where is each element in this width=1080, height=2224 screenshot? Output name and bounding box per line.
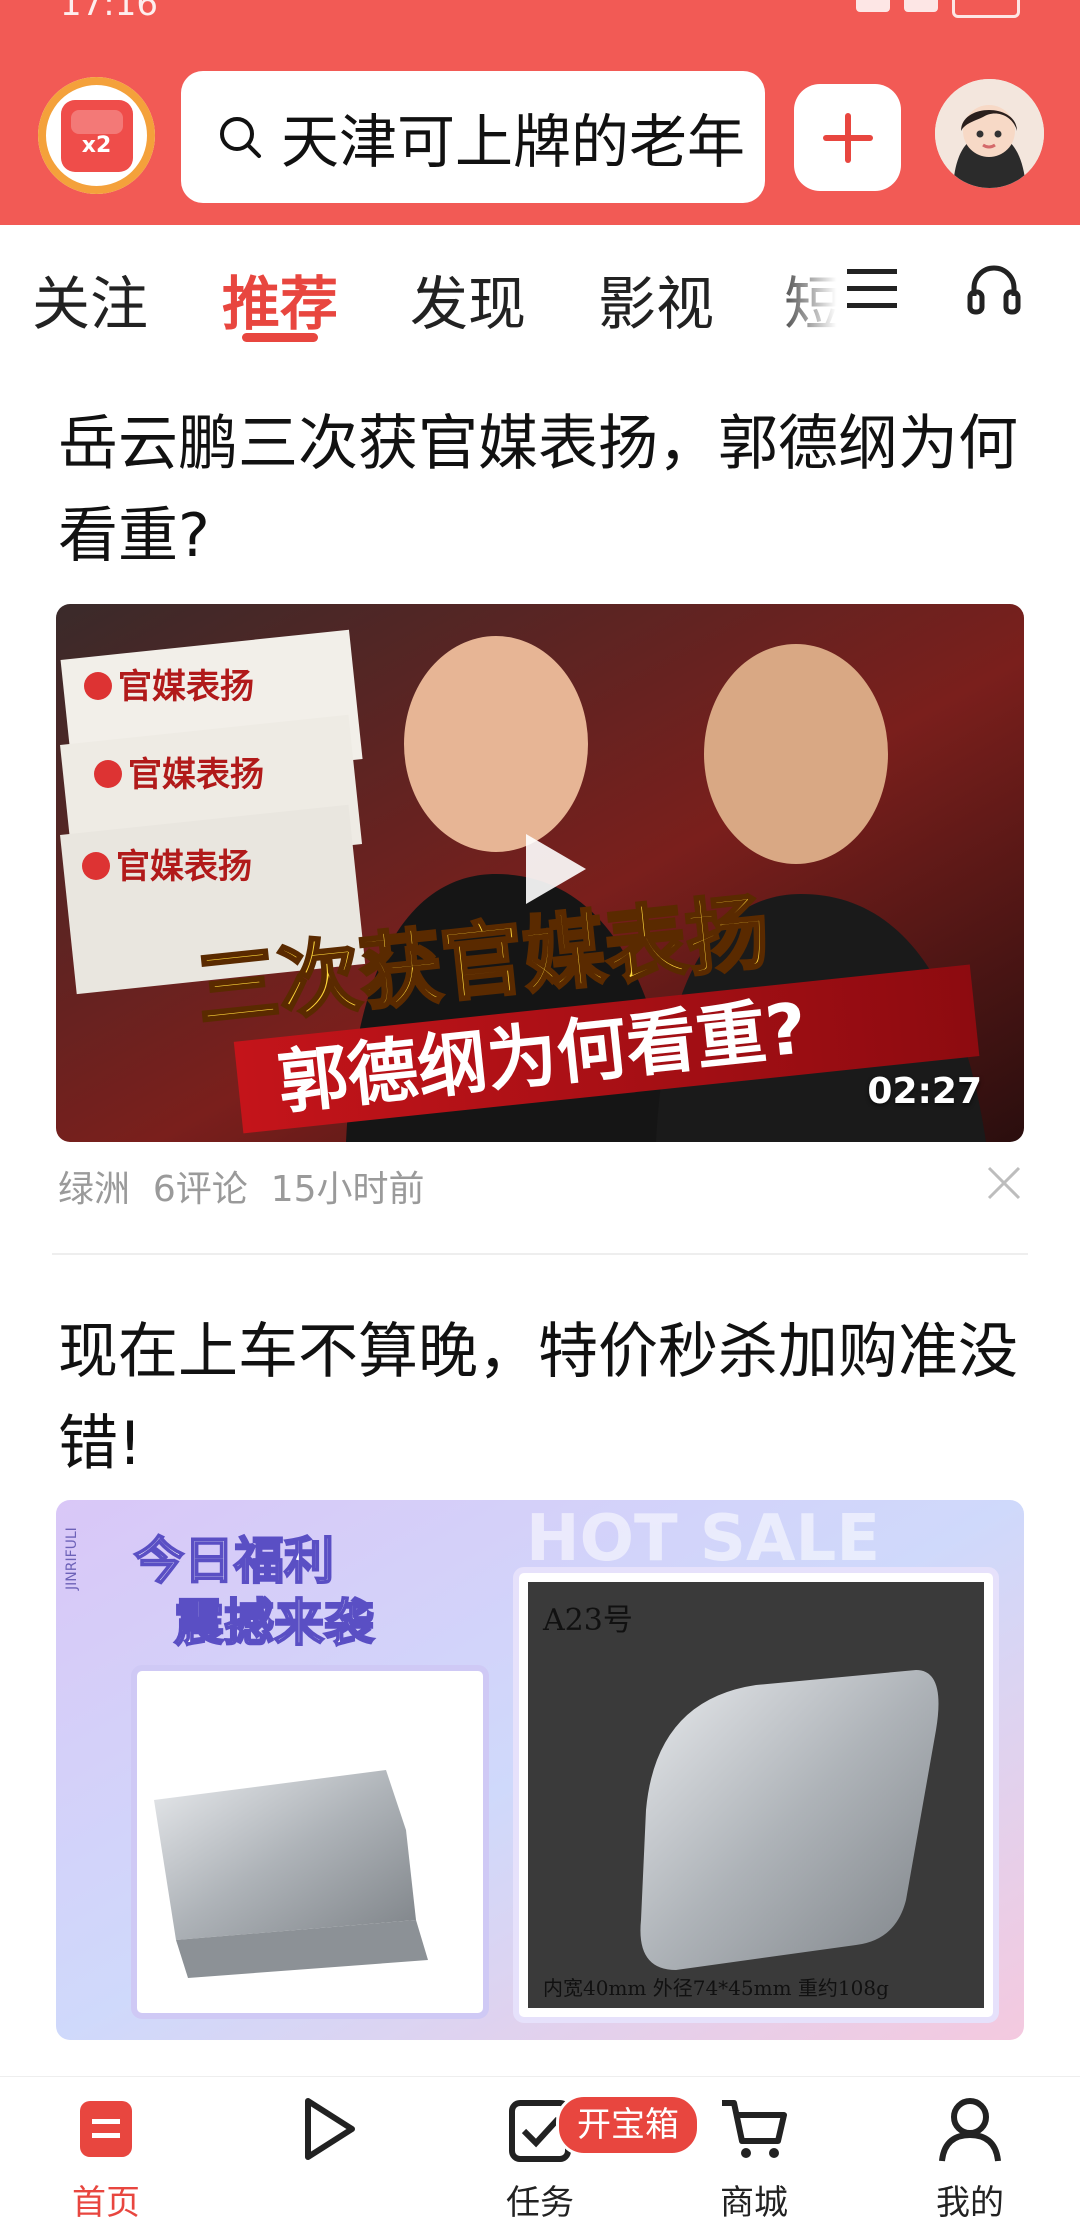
add-button[interactable] bbox=[794, 84, 901, 191]
reward-multiplier: x2 bbox=[81, 133, 112, 158]
status-icons bbox=[856, 0, 1020, 18]
nav-mall[interactable]: 商城 bbox=[694, 2093, 814, 2224]
status-bar: 17:16 bbox=[0, 0, 1080, 40]
nav-mall-label: 商城 bbox=[720, 2183, 788, 2223]
article-title[interactable]: 岳云鹏三次获官媒表扬，郭德纲为何看重? bbox=[58, 398, 1038, 582]
task-badge[interactable]: 开宝箱 bbox=[556, 2094, 700, 2156]
signal-icon bbox=[904, 0, 938, 12]
nav-video[interactable] bbox=[266, 2093, 386, 2175]
signal-icon bbox=[856, 0, 890, 12]
video-duration: 02:27 bbox=[867, 1071, 982, 1112]
nav-home[interactable]: 首页 bbox=[46, 2093, 166, 2224]
menu-icon[interactable] bbox=[847, 267, 897, 311]
search-bar[interactable]: 天津可上牌的老年 bbox=[181, 71, 765, 203]
channel-tabs: 关注 推荐 发现 影视 短 bbox=[0, 225, 1080, 345]
side-brand: JINRIFULI bbox=[64, 1527, 80, 1591]
profile-icon bbox=[939, 2098, 1001, 2162]
article-meta: 绿洲 6评论 15小时前 bbox=[58, 1160, 425, 1212]
banner-line-2: 震撼来袭 bbox=[174, 1594, 375, 1652]
cart-icon bbox=[722, 2100, 787, 2158]
banner-line-1: 今日福利 bbox=[134, 1532, 334, 1590]
video-thumbnail[interactable]: 官媒表扬 官媒表扬 官媒表扬 三次获官媒表扬 郭德纲为何看重? 02:27 bbox=[56, 604, 1024, 1142]
article-time: 15小时前 bbox=[270, 1169, 425, 1210]
ad-title[interactable]: 现在上车不算晚，特价秒杀加购准没错! bbox=[58, 1306, 1038, 1490]
article-comments: 6评论 bbox=[152, 1169, 248, 1210]
reward-button[interactable]: x2 bbox=[38, 77, 155, 194]
ad-image-graphic: HOT SALE JINRIFULI 今日福利 震撼来袭 A23号 内宽40mm… bbox=[56, 1500, 1024, 2040]
divider bbox=[52, 1253, 1028, 1255]
nav-task-label: 任务 bbox=[506, 2183, 574, 2223]
product-model: A23号 bbox=[542, 1603, 633, 1638]
article-source: 绿洲 bbox=[58, 1169, 131, 1210]
home-icon bbox=[80, 2101, 132, 2157]
play-icon bbox=[526, 834, 586, 904]
nav-profile-label: 我的 bbox=[936, 2183, 1004, 2223]
play-icon bbox=[305, 2098, 355, 2160]
nav-home-label: 首页 bbox=[72, 2183, 140, 2223]
bottom-nav: 首页 任务 商城 我的 bbox=[0, 2076, 1080, 2223]
stamp-text-1: 官媒表扬 bbox=[118, 667, 254, 707]
active-tab-indicator bbox=[242, 333, 318, 342]
plus-icon bbox=[822, 112, 873, 163]
avatar-image bbox=[935, 79, 1044, 188]
tab-video[interactable]: 影视 bbox=[598, 257, 714, 341]
app-header: 17:16 x2 天津可上牌的老年 bbox=[0, 0, 1080, 225]
avatar[interactable] bbox=[935, 79, 1044, 188]
search-icon bbox=[217, 114, 263, 160]
hot-sale-watermark: HOT SALE bbox=[526, 1502, 880, 1576]
product-spec: 内宽40mm 外径74*45mm 重约108g bbox=[543, 1976, 889, 2000]
battery-icon bbox=[952, 0, 1020, 18]
stamp-text-2: 官媒表扬 bbox=[128, 755, 264, 795]
tab-discover[interactable]: 发现 bbox=[410, 257, 526, 341]
status-time: 17:16 bbox=[60, 0, 158, 24]
tab-recommend[interactable]: 推荐 bbox=[222, 257, 338, 341]
tab-follow[interactable]: 关注 bbox=[32, 257, 148, 341]
close-icon[interactable] bbox=[986, 1165, 1022, 1201]
ad-image[interactable]: HOT SALE JINRIFULI 今日福利 震撼来袭 A23号 内宽40mm… bbox=[56, 1500, 1024, 2040]
stamp-text-3: 官媒表扬 bbox=[116, 847, 252, 887]
nav-profile[interactable]: 我的 bbox=[910, 2093, 1030, 2224]
headphone-icon[interactable] bbox=[966, 260, 1022, 316]
red-packet-icon: x2 bbox=[60, 99, 133, 172]
search-query: 天津可上牌的老年 bbox=[281, 108, 746, 176]
